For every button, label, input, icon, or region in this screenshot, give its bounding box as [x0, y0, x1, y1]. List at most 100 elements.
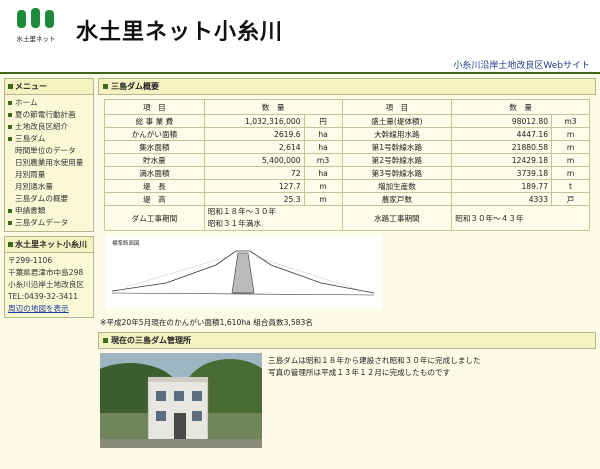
table-cell: 21880.58 [451, 140, 553, 154]
table-cell: 円 [303, 114, 343, 128]
table-cell: 貯水量 [104, 153, 205, 167]
table-row: ダム工事期間 昭和１８年～３０年 昭和３１年満水 水路工事期間 昭和３０年～４３年 [104, 205, 590, 231]
table-cell: 3739.18 [451, 166, 553, 180]
site-title: 水土里ネット小糸川 [76, 19, 284, 45]
contact-info: 〒299-1106 千葉県君津市中島298 小糸川沿岸土地改良区 TEL:043… [5, 253, 93, 317]
section-heading-overview: 三島ダム概要 [98, 78, 596, 95]
table-cell: 98012.80 [451, 114, 553, 128]
contact-box: 水土里ネット小糸川 〒299-1106 千葉県君津市中島298 小糸川沿岸土地改… [4, 236, 94, 318]
table-header: 項 目 [341, 99, 453, 115]
table-cell: 2619.6 [203, 127, 305, 141]
menu-item[interactable]: 土地改良区紹介 [8, 121, 90, 133]
channel-period-label: 水路工事期間 [341, 205, 453, 231]
square-bullet-icon [8, 113, 12, 117]
menu-item[interactable]: 三島ダムの概要 [8, 193, 90, 205]
menu-item[interactable]: 月別通水量 [8, 181, 90, 193]
contact-tel: TEL:0439-32-3411 [8, 292, 79, 301]
table-cell: m3 [303, 153, 343, 167]
period-label: ダム工事期間 [104, 205, 205, 231]
table-header-row: 項 目 数 量 項 目 数 量 [104, 99, 590, 115]
table-cell: m [303, 179, 343, 193]
square-bullet-icon [8, 101, 12, 105]
period-value: 昭和１８年～３０年 昭和３１年満水 [203, 205, 343, 231]
menu-item[interactable]: 三島ダム [8, 133, 90, 145]
table-row: 総 事 業 費 1,032,316,000 円盛土量(堤体積) 98012.80 m3 [104, 114, 590, 128]
table-cell: 戸 [551, 192, 590, 206]
menu-item[interactable]: 夏の節電行動計画 [8, 109, 90, 121]
logo-text: 水土里ネット [17, 34, 56, 43]
table-cell: m [551, 153, 590, 167]
table-cell: 第1号幹線水路 [341, 140, 453, 154]
table-cell: 72 [203, 166, 305, 180]
main-content: 三島ダム概要 項 目 数 量 項 目 数 量 総 事 業 費 1,032,316,… [98, 78, 596, 448]
square-bullet-icon [8, 242, 13, 247]
site-header: 水土里ネット 水土里ネット小糸川 [0, 0, 600, 58]
menu-box: メニュー ホーム 夏の節電行動計画 土地改良区紹介 三島ダム 時間単位のデータ 日別農業用… [4, 78, 94, 232]
table-cell: 総 事 業 費 [104, 114, 205, 128]
sidebar: メニュー ホーム 夏の節電行動計画 土地改良区紹介 三島ダム 時間単位のデータ 日別農業用… [4, 78, 94, 322]
map-link[interactable]: 周辺の地図を表示 [8, 304, 69, 313]
menu-item[interactable]: 時間単位のデータ [8, 145, 90, 157]
square-bullet-icon [8, 84, 13, 89]
table-header: 項 目 [104, 99, 205, 115]
contact-zip: 〒299-1106 [8, 256, 53, 265]
table-cell: 増加生産数 [341, 179, 453, 193]
menu-item[interactable]: 三島ダムデータ [8, 217, 90, 229]
subtitle-bar: 小糸川沿岸土地改良区Webサイト [0, 58, 600, 74]
menu-item[interactable]: 日別農業用水使用量 [8, 157, 90, 169]
contact-org: 小糸川沿岸土地改良区 [8, 280, 84, 289]
square-bullet-icon [8, 209, 12, 213]
table-cell: 大幹線用水路 [341, 127, 453, 141]
square-bullet-icon [103, 84, 108, 89]
office-description: 三島ダムは昭和１８年から建設され昭和３０年に完成しました 写真の管理所は平成１３… [268, 356, 481, 377]
table-cell: m [303, 192, 343, 206]
menu-list: ホーム 夏の節電行動計画 土地改良区紹介 三島ダム 時間単位のデータ 日別農業用水使用量月… [5, 95, 93, 231]
table-cell: m [551, 127, 590, 141]
table-row: 堤 長 127.7 m 増加生産数 189.77 t [104, 179, 590, 193]
table-cell: m [551, 140, 590, 154]
menu-heading: メニュー [5, 79, 93, 95]
table-header: 数 量 [451, 99, 590, 115]
table-cell: 第3号幹線水路 [341, 166, 453, 180]
table-cell: 満水面積 [104, 166, 205, 180]
table-cell: 堤 高 [104, 192, 205, 206]
table-cell: 4333 [451, 192, 553, 206]
dam-cross-section-diagram: 標準断面図 [106, 235, 382, 309]
menu-item[interactable]: ホーム [8, 97, 90, 109]
table-cell: 2,614 [203, 140, 305, 154]
square-bullet-icon [8, 125, 12, 129]
table-cell: 25.3 [203, 192, 305, 206]
table-header: 数 量 [203, 99, 343, 115]
table-cell: ha [303, 127, 343, 141]
table-cell: 5,400,000 [203, 153, 305, 167]
irrigation-note: ※平成20年5月現在のかんがい面積1,610ha 組合員数3,583名 [100, 318, 313, 327]
table-cell: 盛土量(堤体積) [341, 114, 453, 128]
table-cell: 農家戸数 [341, 192, 453, 206]
contact-address: 千葉県君津市中島298 [8, 268, 84, 277]
table-cell: かんがい面積 [104, 127, 205, 141]
table-row: 貯水量 5,400,000 m3 第2号幹線水路 12429.18 m [104, 153, 590, 167]
table-cell: m [551, 166, 590, 180]
table-row: 集水面積 2,614 ha 第1号幹線水路 21880.58 m [104, 140, 590, 154]
contact-heading: 水土里ネット小糸川 [5, 237, 93, 253]
table-cell: t [551, 179, 590, 193]
table-cell: 4447.16 [451, 127, 553, 141]
table-row: 堤 高 25.3 m 農家戸数 4333 戸 [104, 192, 590, 206]
menu-item[interactable]: 申請書類 [8, 205, 90, 217]
table-cell: 第2号幹線水路 [341, 153, 453, 167]
square-bullet-icon [103, 338, 108, 343]
table-cell: ha [303, 140, 343, 154]
square-bullet-icon [8, 137, 12, 141]
table-cell: ha [303, 166, 343, 180]
table-cell: 12429.18 [451, 153, 553, 167]
office-building-photo [100, 353, 262, 448]
table-cell: 1,032,316,000 [203, 114, 305, 128]
table-row: かんがい面積 2619.6 ha 大幹線用水路 4447.16 m [104, 127, 590, 141]
square-bullet-icon [8, 221, 12, 225]
site-logo[interactable]: 水土里ネット [14, 8, 58, 48]
table-cell: 堤 長 [104, 179, 205, 193]
office-photo-row: 三島ダムは昭和１８年から建設され昭和３０年に完成しました 写真の管理所は平成１３… [98, 353, 596, 448]
menu-item[interactable]: 月別雨量 [8, 169, 90, 181]
site-subtitle: 小糸川沿岸土地改良区Webサイト [453, 61, 590, 71]
table-row: 満水面積 72 ha 第3号幹線水路 3739.18 m [104, 166, 590, 180]
